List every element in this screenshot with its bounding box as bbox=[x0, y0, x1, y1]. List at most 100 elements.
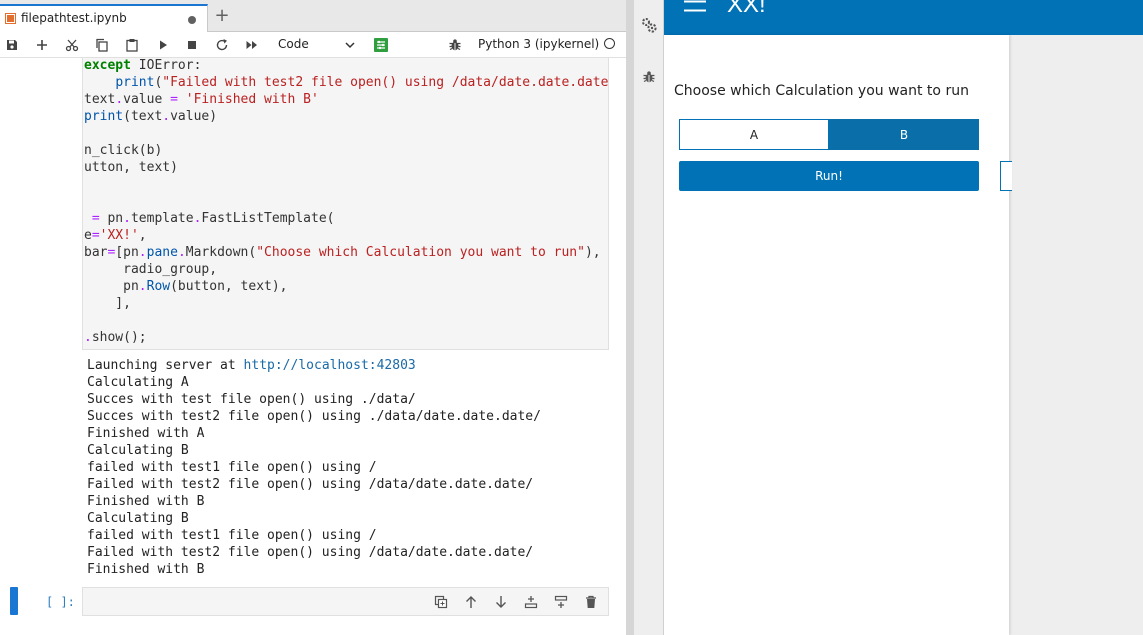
code-token: (button, text), bbox=[170, 279, 288, 294]
code-token: except bbox=[84, 58, 131, 73]
code-token: e bbox=[84, 228, 92, 243]
code-line: = pn.template.FastListTemplate( bbox=[84, 210, 335, 227]
unsaved-dot-icon[interactable] bbox=[188, 16, 196, 24]
property-inspector-icon[interactable] bbox=[372, 36, 390, 54]
restart-kernel-icon[interactable] bbox=[213, 36, 231, 54]
server-link[interactable]: http://localhost:42803 bbox=[244, 358, 416, 373]
code-line: ], bbox=[84, 295, 131, 312]
cell-type-label: Code bbox=[278, 37, 309, 51]
code-token: 'XX!' bbox=[99, 228, 139, 243]
radio-option-b[interactable]: B bbox=[829, 119, 979, 150]
code-token: template bbox=[130, 211, 194, 226]
insert-cell-below-icon[interactable] bbox=[553, 594, 569, 610]
code-line: text.value = 'Finished with B' bbox=[84, 91, 319, 108]
move-cell-up-icon[interactable] bbox=[463, 594, 479, 610]
code-token: "Failed with test2 file open() using /da… bbox=[162, 75, 609, 90]
code-token: utton, text) bbox=[84, 160, 178, 175]
code-token: IOError: bbox=[130, 58, 202, 73]
output-line: Launching server at http://localhost:428… bbox=[87, 357, 416, 374]
cut-icon[interactable] bbox=[63, 36, 81, 54]
save-icon[interactable] bbox=[3, 36, 21, 54]
code-line: e='XX!', bbox=[84, 227, 147, 244]
code-token: value) bbox=[170, 109, 218, 124]
code-line: radio_group, bbox=[84, 261, 217, 278]
chevron-down-icon bbox=[345, 42, 355, 49]
kernel-status-icon bbox=[604, 38, 615, 49]
code-token: 'Finished with B' bbox=[185, 92, 319, 107]
code-token: . bbox=[138, 279, 147, 294]
output-line: Finished with B bbox=[87, 494, 205, 509]
code-token: ], bbox=[84, 296, 131, 311]
code-line: pn.Row(button, text), bbox=[84, 278, 288, 295]
right-side-rail bbox=[634, 0, 664, 635]
run-cell-icon[interactable] bbox=[154, 36, 172, 54]
output-line: Finished with A bbox=[87, 426, 205, 441]
code-line: utton, text) bbox=[84, 159, 178, 176]
code-token: radio_group, bbox=[84, 262, 218, 277]
active-cell-marker bbox=[10, 587, 18, 615]
cell-type-select[interactable]: Code bbox=[272, 35, 362, 55]
empty-code-cell[interactable] bbox=[82, 587, 609, 616]
code-token: print bbox=[115, 75, 155, 90]
kernel-name[interactable]: Python 3 (ipykernel) bbox=[478, 37, 599, 51]
app-title: XX! bbox=[727, 0, 766, 18]
restart-run-all-icon[interactable] bbox=[243, 36, 261, 54]
code-token: ), bbox=[584, 245, 601, 260]
output-line: failed with test1 file open() using / bbox=[87, 460, 377, 475]
output-line: Calculating B bbox=[87, 443, 189, 458]
radio-option-a[interactable]: A bbox=[679, 119, 829, 150]
code-token: bar bbox=[84, 245, 108, 260]
code-token: . bbox=[115, 92, 124, 107]
paste-icon[interactable] bbox=[123, 36, 141, 54]
output-line: Failed with test2 file open() using /dat… bbox=[87, 477, 534, 492]
code-token: pn bbox=[84, 279, 139, 294]
code-token: pn bbox=[99, 211, 124, 226]
output-line: Succes with test2 file open() using ./da… bbox=[87, 409, 541, 424]
code-token: value bbox=[123, 92, 171, 107]
code-line: .show(); bbox=[84, 329, 147, 346]
code-line: except IOError: bbox=[84, 58, 201, 74]
server-prefix: Launching server at bbox=[87, 358, 244, 373]
duplicate-cell-icon[interactable] bbox=[433, 594, 449, 610]
text-output-field[interactable] bbox=[1000, 161, 1012, 191]
calculation-radio-group: A B bbox=[679, 119, 979, 150]
code-token: . bbox=[162, 109, 171, 124]
notebook-tab[interactable]: filepathtest.ipynb bbox=[0, 4, 208, 32]
code-token: show(); bbox=[91, 330, 147, 345]
app-header: XX! bbox=[664, 0, 1143, 35]
code-cell-editor[interactable]: except IOError: print("Failed with test2… bbox=[82, 58, 609, 350]
code-token: = bbox=[170, 92, 178, 107]
hamburger-menu-icon[interactable] bbox=[684, 0, 706, 12]
copy-icon[interactable] bbox=[93, 36, 111, 54]
code-token: pane bbox=[146, 245, 178, 260]
delete-cell-icon[interactable] bbox=[583, 594, 599, 610]
code-token: (text bbox=[123, 109, 163, 124]
code-line: n_click(b) bbox=[84, 142, 162, 159]
insert-cell-above-icon[interactable] bbox=[523, 594, 539, 610]
code-token: . bbox=[177, 245, 186, 260]
code-token: Markdown( bbox=[185, 245, 257, 260]
tab-bar: filepathtest.ipynb + bbox=[0, 0, 626, 32]
new-tab-button[interactable]: + bbox=[212, 7, 232, 27]
output-line: Finished with B bbox=[87, 562, 205, 577]
debugger-bug-icon[interactable] bbox=[640, 68, 658, 86]
output-line: failed with test1 file open() using / bbox=[87, 528, 377, 543]
notebook-icon bbox=[5, 13, 16, 24]
code-token: print bbox=[84, 109, 124, 124]
notebook-toolbar: Code Python 3 (ipykernel) bbox=[0, 32, 626, 58]
interrupt-kernel-icon[interactable] bbox=[183, 36, 201, 54]
move-cell-down-icon[interactable] bbox=[493, 594, 509, 610]
cell-output: Launching server at http://localhost:428… bbox=[86, 357, 616, 581]
code-token: Row bbox=[146, 279, 171, 294]
property-inspector-gears-icon[interactable] bbox=[640, 16, 658, 34]
code-token: = bbox=[91, 211, 100, 226]
add-cell-icon[interactable] bbox=[33, 36, 51, 54]
code-token: [pn bbox=[115, 245, 139, 260]
run-button[interactable]: Run! bbox=[679, 161, 979, 191]
output-line: Calculating B bbox=[87, 511, 189, 526]
debugger-bug-icon[interactable] bbox=[446, 36, 464, 54]
panel-divider[interactable] bbox=[626, 0, 634, 635]
cell-prompt: [ ]: bbox=[46, 595, 75, 609]
